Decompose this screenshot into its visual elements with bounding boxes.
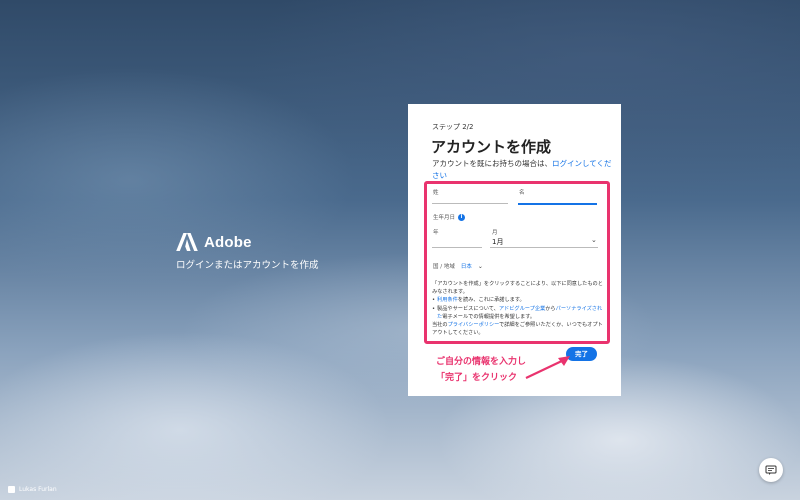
- adobe-logo-icon: [176, 233, 198, 251]
- login-prompt: アカウントを既にお持ちの場合は、ログインしてください: [432, 158, 612, 182]
- country-select[interactable]: 日本: [461, 262, 472, 270]
- marketing-rest: 電子メールでの情報提供を希望します。: [442, 313, 536, 320]
- brand-block: Adobe ログインまたはアカウントを作成: [176, 233, 319, 271]
- marketing-pre: 製品やサービスについて、: [437, 305, 499, 312]
- chevron-down-icon[interactable]: ⌄: [591, 236, 597, 244]
- page-title: アカウントを作成: [431, 138, 552, 156]
- month-label: 月: [492, 230, 498, 236]
- photo-credit: Lukas Furlan: [8, 486, 57, 493]
- year-field[interactable]: [432, 247, 482, 248]
- dob-label-text: 生年月日: [433, 215, 456, 221]
- login-prefix: アカウントを既にお持ちの場合は、: [432, 159, 552, 168]
- chat-icon: [765, 465, 777, 475]
- last-name-field[interactable]: [432, 203, 508, 204]
- first-name-field[interactable]: [518, 203, 597, 205]
- privacy-line: 当社のプライバシーポリシーで詳細をご参照いただくか、いつでもオプトアウトしてくだ…: [432, 321, 604, 337]
- dob-label: 生年月日 i: [433, 213, 466, 221]
- annotation-line2: 「完了」をクリック: [436, 373, 518, 383]
- chat-button[interactable]: [759, 458, 783, 482]
- chevron-down-icon[interactable]: ⌄: [478, 263, 483, 270]
- legal-bullet-marketing: 製品やサービスについて、アドビグループ企業からパーソナライズされた電子メールでの…: [432, 305, 604, 321]
- adobe-group-link[interactable]: アドビグループ企業: [499, 306, 545, 312]
- month-select[interactable]: 1月: [492, 237, 503, 247]
- credit-text: Lukas Furlan: [19, 486, 57, 493]
- month-underline: [490, 247, 598, 248]
- brand-tagline: ログインまたはアカウントを作成: [176, 260, 319, 271]
- privacy-pre: 当社の: [432, 322, 448, 329]
- country-row: 国 / 地域 日本 ⌄: [433, 262, 483, 271]
- credit-logo-icon: [8, 486, 15, 493]
- legal-text: 「アカウントを作成」をクリックすることにより、以下に同意したものとみなされます。…: [432, 280, 604, 337]
- country-label: 国 / 地域: [433, 264, 455, 270]
- last-name-label: 姓: [433, 190, 439, 196]
- brand-name: Adobe: [204, 233, 252, 251]
- terms-rest: を読み、これに承諾します。: [457, 297, 525, 304]
- annotation-arrow-icon: [525, 356, 570, 379]
- year-label: 年: [433, 230, 439, 236]
- terms-link[interactable]: 利用条件: [437, 297, 458, 303]
- step-indicator: ステップ 2/2: [432, 123, 474, 131]
- legal-bullet-terms: 利用条件を読み、これに承諾します。: [432, 296, 604, 304]
- marketing-mid: から: [545, 305, 556, 312]
- first-name-label: 名: [519, 190, 525, 196]
- legal-intro: 「アカウントを作成」をクリックすることにより、以下に同意したものとみなされます。: [432, 281, 603, 296]
- info-icon[interactable]: i: [458, 213, 466, 221]
- annotation-line1: ご自分の情報を入力し: [436, 357, 527, 367]
- privacy-link[interactable]: プライバシーポリシー: [448, 322, 499, 328]
